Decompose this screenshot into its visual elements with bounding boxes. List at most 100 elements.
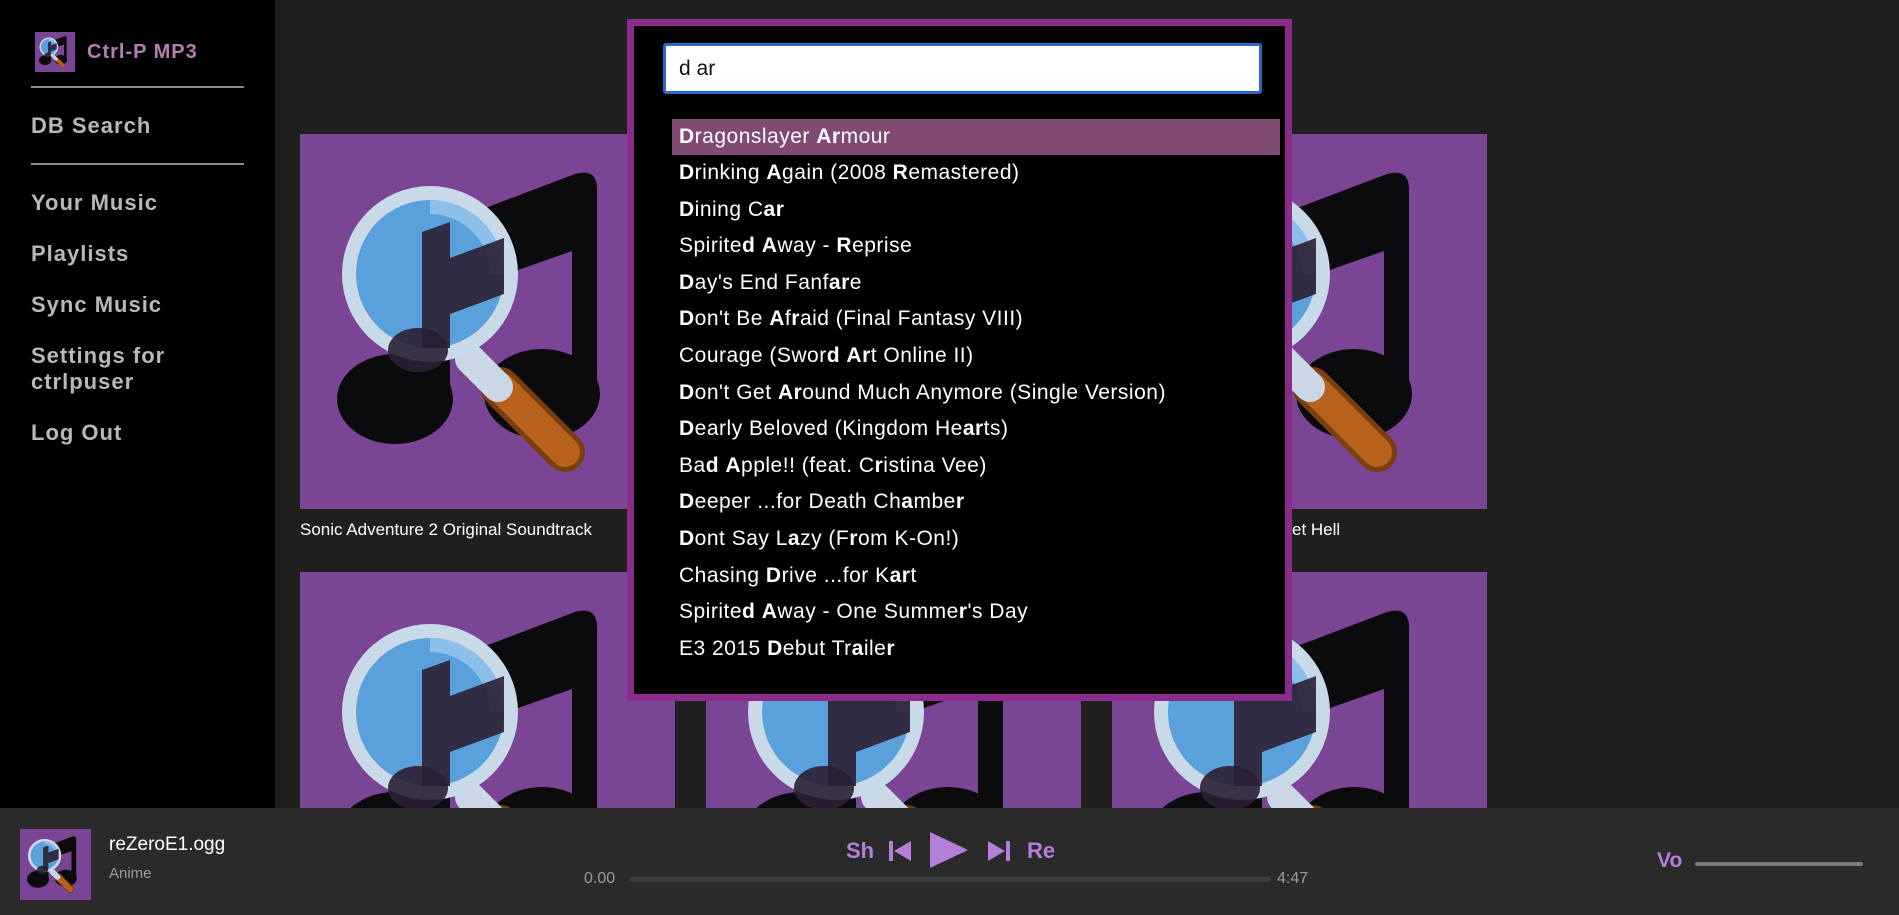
match-highlight: D: [679, 526, 695, 550]
search-result-item[interactable]: E3 2015 Debut Trailer: [672, 631, 1280, 668]
result-text: ragonslayer: [694, 125, 817, 148]
match-highlight: ar: [828, 270, 850, 294]
repeat-button[interactable]: Re: [1027, 838, 1055, 864]
search-palette: Dragonslayer ArmourDrinking Again (2008 …: [627, 19, 1292, 701]
match-highlight: A: [766, 161, 783, 184]
result-text: rive ...for K: [781, 563, 890, 587]
result-text: gain (2008: [782, 161, 893, 184]
play-icon[interactable]: [929, 830, 969, 870]
result-text: t Online II): [870, 343, 974, 367]
result-text: way -: [777, 234, 837, 258]
match-highlight: A: [761, 600, 778, 624]
match-highlight: Ar: [846, 343, 871, 367]
search-result-item[interactable]: Dearly Beloved (Kingdom Hearts): [672, 411, 1280, 448]
result-text: ebut Tr: [782, 636, 852, 660]
search-result-item[interactable]: Courage (Sword Art Online II): [672, 338, 1280, 375]
now-playing-title: reZeroE1.ogg: [109, 834, 226, 855]
search-result-item[interactable]: Dont Say Lazy (From K-On!): [672, 521, 1280, 558]
result-text: Chasing: [679, 563, 766, 587]
match-highlight: r: [791, 307, 800, 331]
match-highlight: r: [955, 490, 965, 514]
match-highlight: D: [679, 197, 695, 221]
sidebar-item-db-search[interactable]: DB Search: [31, 113, 151, 139]
search-result-item[interactable]: Spirited Away - Reprise: [672, 228, 1280, 265]
match-highlight: R: [892, 161, 909, 184]
result-text: ining C: [694, 197, 764, 221]
match-highlight: d: [742, 600, 756, 624]
skip-forward-icon[interactable]: [987, 839, 1011, 863]
result-text: istina Vee): [883, 453, 987, 477]
result-text: ay's End Fanf: [694, 270, 829, 294]
match-highlight: A: [761, 234, 778, 258]
search-result-item[interactable]: Bad Apple!! (feat. Cristina Vee): [672, 448, 1280, 485]
sidebar-item-settings[interactable]: Settings for ctrlpuser: [31, 343, 241, 395]
result-text: zy (F: [800, 526, 850, 550]
result-text: emastered): [908, 161, 1020, 184]
match-highlight: ar: [962, 417, 984, 441]
player-bar: reZeroE1.ogg Anime Sh Re 0.00 4:47 Vo: [0, 808, 1899, 915]
match-highlight: r: [874, 453, 884, 477]
result-text: eprise: [852, 234, 913, 258]
result-text: way - One Summe: [777, 600, 959, 624]
divider: [31, 86, 244, 88]
sidebar-item-sync-music[interactable]: Sync Music: [31, 292, 162, 318]
result-text: ile: [863, 636, 887, 660]
search-input[interactable]: [663, 43, 1262, 94]
volume-slider[interactable]: [1695, 862, 1863, 866]
result-text: aid (Final Fantasy VIII): [799, 307, 1024, 331]
match-highlight: R: [836, 234, 853, 258]
match-highlight: D: [679, 380, 695, 404]
brand[interactable]: Ctrl-P MP3: [35, 32, 198, 72]
result-text: ont Say L: [694, 526, 788, 550]
sidebar-item-log-out[interactable]: Log Out: [31, 420, 122, 446]
result-text: eeper ...for Death Ch: [694, 490, 902, 514]
now-playing-album: Anime: [109, 865, 152, 882]
result-text: Courage (Swor: [679, 343, 827, 367]
result-text: E3 2015: [679, 636, 768, 660]
match-highlight: a: [787, 526, 801, 550]
album-card[interactable]: Sonic Adventure 2 Original Soundtrack: [300, 134, 675, 540]
search-result-item[interactable]: Don't Be Afraid (Final Fantasy VIII): [672, 301, 1280, 338]
match-highlight: D: [765, 563, 782, 587]
match-highlight: D: [679, 307, 695, 331]
result-text: on't Be: [694, 307, 770, 331]
volume-label: Vo: [1657, 849, 1683, 872]
match-highlight: a: [901, 490, 914, 514]
match-highlight: r: [849, 526, 858, 550]
album-art: [300, 134, 675, 509]
match-highlight: A: [725, 453, 742, 477]
search-result-item[interactable]: Deeper ...for Death Chamber: [672, 484, 1280, 521]
sidebar-item-your-music[interactable]: Your Music: [31, 190, 158, 216]
result-text: 's Day: [967, 600, 1029, 624]
duration: 4:47: [1277, 870, 1309, 887]
search-results: Dragonslayer Armour Drinking Again (2008 …: [672, 119, 1280, 667]
sidebar-item-playlists[interactable]: Playlists: [31, 241, 129, 267]
match-highlight: D: [679, 417, 695, 441]
search-result-item[interactable]: Day's End Fanfare: [672, 265, 1280, 302]
magnifier-music-note-icon: [35, 32, 75, 72]
match-highlight: a: [851, 636, 864, 660]
album-card[interactable]: [300, 572, 675, 808]
search-result-item[interactable]: Dragonslayer Armour: [672, 119, 1280, 155]
search-result-item[interactable]: Drinking Again (2008 Remastered): [672, 155, 1280, 192]
album-art: [300, 572, 675, 808]
match-highlight: D: [767, 636, 783, 660]
search-result-item[interactable]: Dining Car: [672, 192, 1280, 229]
now-playing-art: [20, 829, 91, 900]
match-highlight: D: [679, 161, 695, 184]
skip-back-icon[interactable]: [888, 839, 912, 863]
divider: [31, 163, 244, 165]
progress-track[interactable]: [629, 877, 1271, 882]
match-highlight: ar: [763, 197, 785, 221]
search-result-item[interactable]: Spirited Away - One Summer's Day: [672, 594, 1280, 631]
result-text: Spirite: [679, 234, 743, 258]
app-name: Ctrl-P MP3: [87, 40, 198, 63]
search-result-item[interactable]: Don't Get Around Much Anymore (Single Ve…: [672, 375, 1280, 412]
result-text: Spirite: [679, 600, 743, 624]
result-text: mbe: [913, 490, 956, 514]
sidebar: Ctrl-P MP3 DB Search Your Music Playlist…: [0, 0, 275, 808]
shuffle-button[interactable]: Sh: [846, 838, 874, 864]
match-highlight: D: [679, 490, 695, 514]
search-result-item[interactable]: Chasing Drive ...for Kart: [672, 558, 1280, 595]
match-highlight: Ar: [816, 125, 841, 148]
